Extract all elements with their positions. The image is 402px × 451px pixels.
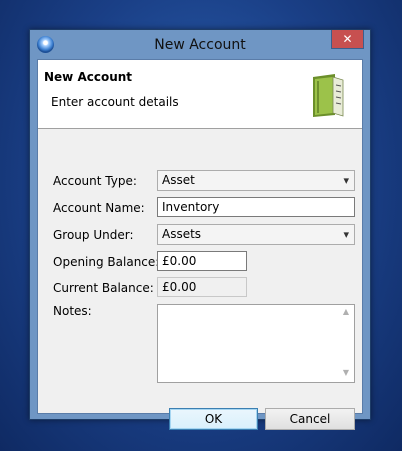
opening-balance-label: Opening Balance: xyxy=(53,255,160,269)
header-title: New Account xyxy=(44,70,133,84)
dialog-header: New Account Enter account details xyxy=(38,60,362,129)
group-under-value: Assets xyxy=(162,227,202,241)
scroll-up-icon[interactable]: ▲ xyxy=(340,307,352,319)
group-under-label: Group Under: xyxy=(53,228,134,242)
group-under-select[interactable]: Assets ▾ xyxy=(157,224,355,245)
notes-label: Notes: xyxy=(53,304,92,318)
close-icon: ✕ xyxy=(342,32,353,46)
current-balance-label: Current Balance: xyxy=(53,281,154,295)
dialog-body: New Account Enter account details Accoun… xyxy=(37,59,363,430)
account-type-label: Account Type: xyxy=(53,174,137,188)
close-button[interactable]: ✕ xyxy=(331,30,364,49)
header-subtitle: Enter account details xyxy=(51,95,179,109)
current-balance-field: £0.00 xyxy=(157,277,247,297)
title-bar[interactable]: New Account ✕ xyxy=(30,30,370,59)
cancel-button[interactable]: Cancel xyxy=(265,408,355,430)
account-type-select[interactable]: Asset ▾ xyxy=(157,170,355,191)
scroll-down-icon[interactable]: ▼ xyxy=(340,368,352,380)
account-name-input[interactable]: Inventory xyxy=(157,197,355,217)
account-name-label: Account Name: xyxy=(53,201,145,215)
chevron-down-icon: ▾ xyxy=(343,228,349,241)
opening-balance-input[interactable]: £0.00 xyxy=(157,251,247,271)
chevron-down-icon: ▾ xyxy=(343,174,349,187)
window-title: New Account xyxy=(154,37,246,53)
notes-textarea[interactable]: ▲ ▼ xyxy=(157,304,355,383)
ledger-book-icon xyxy=(313,74,344,117)
account-type-value: Asset xyxy=(162,173,195,187)
new-account-dialog: New Account ✕ New Account Enter account … xyxy=(29,29,371,430)
ok-button[interactable]: OK xyxy=(169,408,258,430)
